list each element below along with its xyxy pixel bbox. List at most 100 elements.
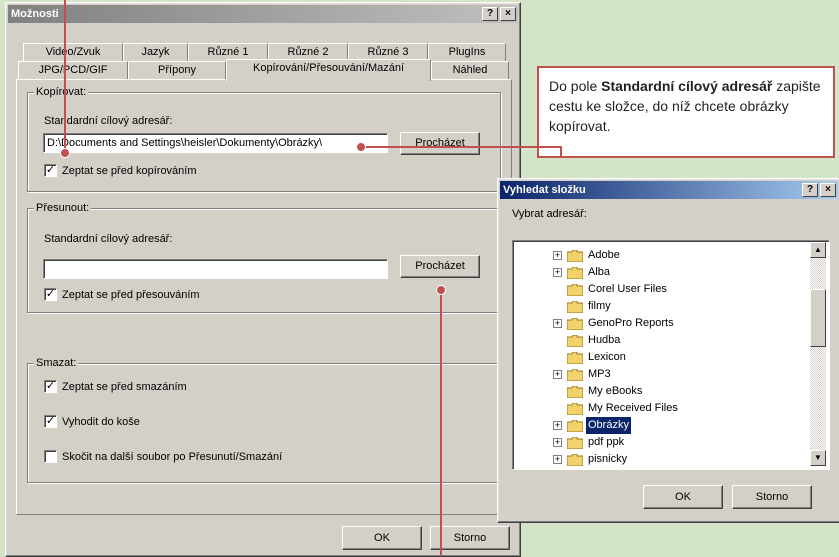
tab-video-zvuk[interactable]: Video/Zvuk bbox=[23, 43, 123, 61]
folder-tree-label: pisnicky bbox=[588, 453, 628, 465]
folder-icon bbox=[566, 436, 584, 450]
callout-pointer-line bbox=[363, 146, 561, 148]
folder-tree-item[interactable]: + pdf ppk bbox=[553, 434, 803, 451]
options-title: Možnosti bbox=[11, 8, 59, 20]
folder-tree-item[interactable]: + MP3 bbox=[553, 366, 803, 383]
copy-ask-checkbox[interactable]: ✓ bbox=[44, 164, 57, 177]
tab-jazyk[interactable]: Jazyk bbox=[123, 43, 188, 61]
folder-tree-item[interactable]: + Alba bbox=[553, 264, 803, 281]
tab-kopirovani[interactable]: Kopírování/Přesouvání/Mazání bbox=[226, 59, 431, 81]
browse-help-button[interactable]: ? bbox=[802, 183, 818, 197]
folder-icon bbox=[566, 300, 584, 314]
move-browse-button[interactable]: Procházet bbox=[400, 255, 480, 278]
tab-panel: Kopírovat: Standardní cílový adresář: D:… bbox=[16, 79, 512, 515]
folder-tree-item[interactable]: My eBooks bbox=[553, 383, 803, 400]
expand-plus-icon[interactable]: + bbox=[553, 455, 562, 464]
folder-icon bbox=[566, 402, 584, 416]
move-group-label: Přesunout: bbox=[34, 202, 92, 214]
folder-tree-item[interactable]: Lexicon bbox=[553, 349, 803, 366]
folder-tree-item[interactable]: My Received Files bbox=[553, 400, 803, 417]
browse-pointer-dot bbox=[436, 285, 446, 295]
recycle-label: Vyhodit do koše bbox=[62, 416, 140, 428]
expand-plus-icon[interactable]: + bbox=[553, 319, 562, 328]
folder-tree-item[interactable]: Hudba bbox=[553, 332, 803, 349]
move-dir-input[interactable] bbox=[43, 259, 388, 279]
close-button[interactable]: × bbox=[500, 7, 516, 21]
browse-cancel-button[interactable]: Storno bbox=[732, 485, 812, 509]
folder-icon bbox=[566, 266, 584, 280]
folder-tree-item[interactable]: + Obrázky bbox=[553, 417, 803, 434]
top-pointer-dot bbox=[60, 148, 70, 158]
delete-group: Smazat: ✓ Zeptat se před smazáním ✓ Vyho… bbox=[27, 357, 501, 483]
copy-browse-button[interactable]: Procházet bbox=[400, 132, 480, 155]
expand-plus-icon[interactable]: + bbox=[553, 421, 562, 430]
browse-titlebar[interactable]: Vyhledat složku ? × bbox=[500, 181, 838, 199]
browse-title: Vyhledat složku bbox=[503, 184, 586, 196]
folder-tree-item[interactable]: + GenoPro Reports bbox=[553, 315, 803, 332]
callout-text-bold: Standardní cílový adresář bbox=[601, 78, 773, 94]
expand-plus-icon[interactable]: + bbox=[553, 268, 562, 277]
folder-tree-item[interactable]: Corel User Files bbox=[553, 281, 803, 298]
move-ask-checkbox[interactable]: ✓ bbox=[44, 288, 57, 301]
recycle-checkbox[interactable]: ✓ bbox=[44, 415, 57, 428]
folder-icon bbox=[566, 283, 584, 297]
scroll-down-button[interactable]: ▼ bbox=[810, 450, 826, 466]
folder-tree-label: Alba bbox=[588, 266, 611, 278]
expand-plus-icon[interactable]: + bbox=[553, 370, 562, 379]
expand-plus-icon[interactable]: + bbox=[553, 438, 562, 447]
scroll-thumb[interactable] bbox=[810, 289, 826, 347]
folder-icon bbox=[566, 419, 584, 433]
folder-icon bbox=[566, 334, 584, 348]
skip-next-checkbox[interactable] bbox=[44, 450, 57, 463]
folder-icon bbox=[566, 385, 584, 399]
delete-ask-label: Zeptat se před smazáním bbox=[62, 381, 187, 393]
folder-tree-item[interactable]: filmy bbox=[553, 298, 803, 315]
folder-tree-label: My eBooks bbox=[588, 385, 643, 397]
folder-icon bbox=[566, 351, 584, 365]
browse-folder-dialog: Vyhledat složku ? × Vybrat adresář: + Ado… bbox=[497, 178, 839, 523]
move-group: Přesunout: Standardní cílový adresář: Pr… bbox=[27, 202, 501, 313]
callout-text-prefix: Do pole bbox=[549, 78, 602, 94]
top-pointer-line bbox=[64, 0, 66, 156]
folder-tree-item[interactable]: + pisnicky bbox=[553, 451, 803, 468]
tab-pripony[interactable]: Přípony bbox=[128, 61, 226, 79]
copy-group-label: Kopírovat: bbox=[34, 86, 89, 98]
folder-tree-label: Adobe bbox=[588, 249, 620, 261]
options-titlebar[interactable]: Možnosti ? × bbox=[8, 5, 518, 23]
help-button[interactable]: ? bbox=[482, 7, 498, 21]
delete-ask-checkbox[interactable]: ✓ bbox=[44, 380, 57, 393]
tab-jpg-pcd-gif[interactable]: JPG/PCD/GIF bbox=[18, 61, 128, 79]
folder-tree-item[interactable]: + Adobe bbox=[553, 247, 803, 264]
ok-button[interactable]: OK bbox=[342, 526, 422, 550]
folder-icon bbox=[566, 249, 584, 263]
browse-pointer-line bbox=[440, 290, 442, 555]
copy-dir-input[interactable]: D:\Documents and Settings\heisler\Dokume… bbox=[43, 133, 388, 153]
folder-tree-label: MP3 bbox=[588, 368, 611, 380]
callout-box: Do pole Standardní cílový adresář zapišt… bbox=[537, 66, 835, 158]
cancel-button[interactable]: Storno bbox=[430, 526, 510, 550]
folder-tree-label: filmy bbox=[588, 300, 611, 312]
folder-icon bbox=[566, 368, 584, 382]
folder-tree-label: Obrázky bbox=[586, 417, 631, 434]
copy-group: Kopírovat: Standardní cílový adresář: D:… bbox=[27, 86, 501, 192]
callout-pointer-dot bbox=[356, 142, 366, 152]
expand-plus-icon[interactable]: + bbox=[553, 251, 562, 260]
browse-ok-button[interactable]: OK bbox=[643, 485, 723, 509]
move-ask-label: Zeptat se před přesouváním bbox=[62, 289, 200, 301]
browse-close-button[interactable]: × bbox=[820, 183, 836, 197]
folder-tree-label: pdf ppk bbox=[588, 436, 625, 448]
folder-tree-label: GenoPro Reports bbox=[588, 317, 674, 329]
browse-prompt: Vybrat adresář: bbox=[512, 208, 587, 220]
tree-scrollbar[interactable]: ▲ ▼ bbox=[810, 242, 826, 466]
folder-icon bbox=[566, 453, 584, 467]
scroll-up-button[interactable]: ▲ bbox=[810, 242, 826, 258]
move-dir-label: Standardní cílový adresář: bbox=[44, 233, 173, 245]
skip-next-label: Skočit na další soubor po Přesunutí/Smaz… bbox=[62, 451, 283, 463]
tab-plugins[interactable]: PlugIns bbox=[428, 43, 506, 61]
tab-nahled[interactable]: Náhled bbox=[431, 61, 509, 79]
folder-tree-label: My Received Files bbox=[588, 402, 678, 414]
delete-group-label: Smazat: bbox=[34, 357, 79, 369]
folder-tree[interactable]: + Adobe + Alba Corel User Files filmy + GenoPro… bbox=[512, 240, 830, 470]
callout-pointer-line-v bbox=[560, 146, 562, 158]
folder-tree-label: Lexicon bbox=[588, 351, 626, 363]
